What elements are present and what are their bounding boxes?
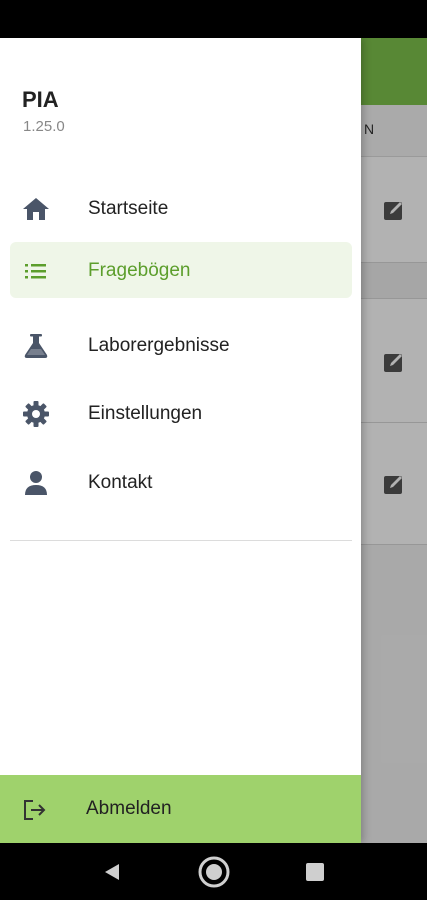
menu-item-kontakt[interactable]: Kontakt [10,454,352,510]
logout-icon [24,800,46,820]
flask-icon [24,334,48,358]
home-circle-icon[interactable] [197,855,231,889]
app-version: 1.25.0 [23,118,65,135]
system-nav-bar [0,843,427,900]
back-icon[interactable] [102,862,122,882]
person-icon [25,471,47,495]
logout-button[interactable]: Abmelden [0,775,361,843]
menu-item-label: Kontakt [88,472,153,493]
menu-item-startseite[interactable]: Startseite [10,180,352,236]
list-icon [25,264,46,279]
navigation-drawer: PIA 1.25.0 Startseite Fragebögen Laborer… [0,38,361,843]
menu-item-laborergebnisse[interactable]: Laborergebnisse [10,317,352,373]
menu-divider [10,540,352,541]
menu-item-einstellungen[interactable]: Einstellungen [10,385,352,441]
app-title: PIA [22,87,59,112]
logout-label: Abmelden [86,798,172,819]
menu-item-label: Laborergebnisse [88,335,230,356]
home-icon [23,198,49,220]
menu-item-label: Fragebögen [88,260,191,281]
menu-item-label: Einstellungen [88,403,203,424]
gear-icon [23,401,49,427]
status-bar [0,0,427,38]
recents-icon[interactable] [306,863,324,881]
menu-item-frageboegen[interactable]: Fragebögen [10,242,352,298]
menu-item-label: Startseite [88,198,169,219]
